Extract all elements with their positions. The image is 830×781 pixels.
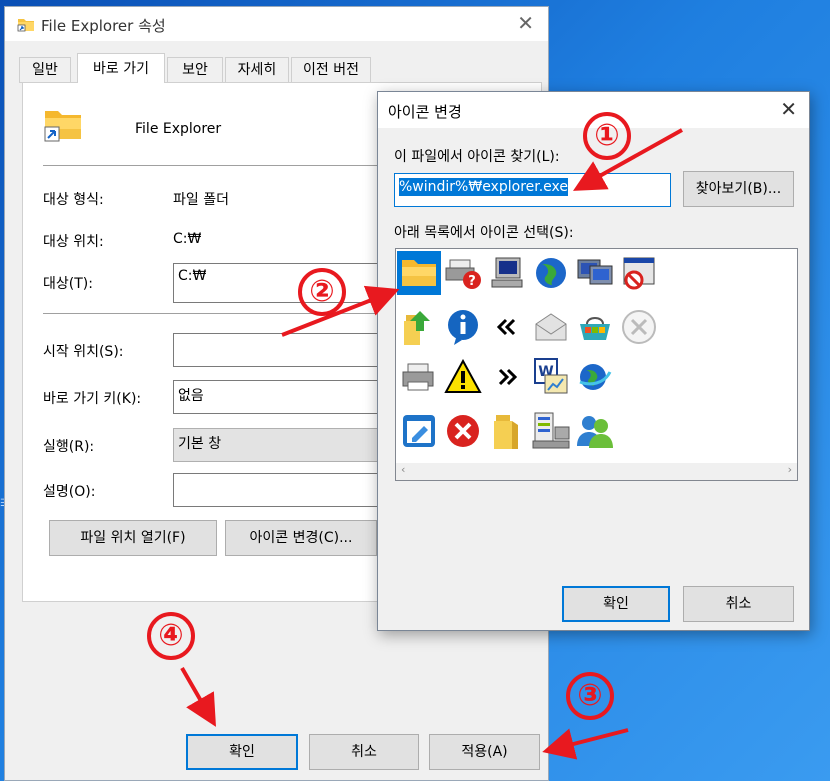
annotation-marker-3: ③	[566, 672, 614, 720]
annotation-marker-2: ②	[298, 268, 346, 316]
arrow-4	[180, 667, 216, 727]
arrow-3	[542, 728, 629, 760]
annotation-arrows	[180, 128, 683, 760]
annotation-marker-1: ①	[583, 112, 631, 160]
annotation-marker-4: ④	[147, 612, 195, 660]
tab-shortcut[interactable]: 바로 가기	[77, 53, 165, 83]
